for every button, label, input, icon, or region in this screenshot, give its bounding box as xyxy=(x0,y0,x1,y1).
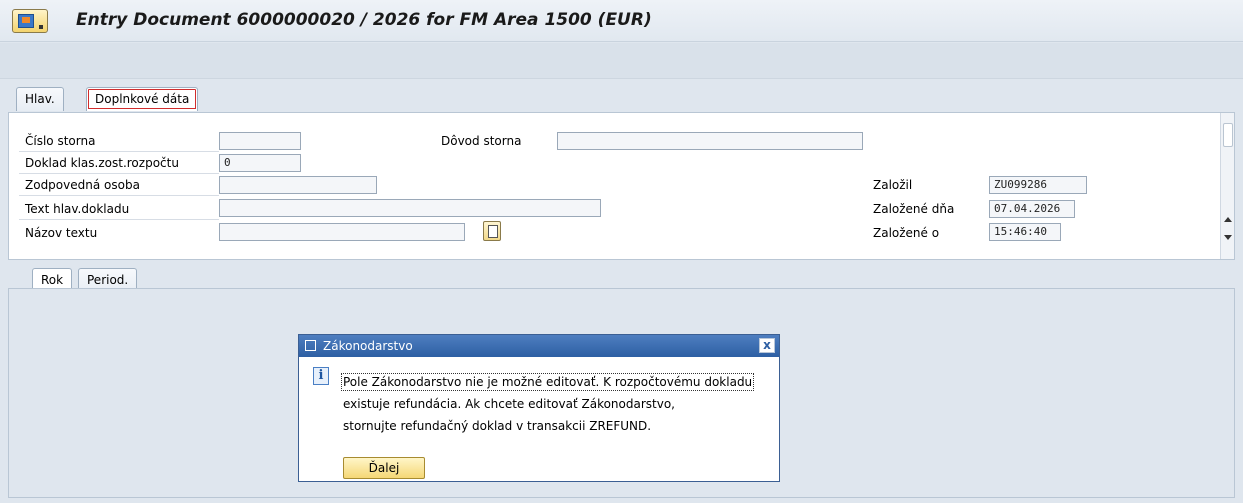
dialog-message-line: Pole Zákonodarstvo nie je možné editovať… xyxy=(340,373,755,391)
storno-reason-label: Dôvod storna xyxy=(441,134,522,148)
row-separator xyxy=(19,195,219,196)
legislation-dialog: Zákonodarstvo x i Pole Zákonodarstvo nie… xyxy=(298,334,780,482)
storno-number-label: Číslo storna xyxy=(25,134,96,148)
info-icon: i xyxy=(313,367,329,385)
window-title: Entry Document 6000000020 / 2026 for FM … xyxy=(76,10,652,30)
dialog-titlebar: Zákonodarstvo x xyxy=(299,335,779,357)
created-at-field[interactable]: 15:46:40 xyxy=(989,223,1061,241)
storno-reason-field[interactable] xyxy=(557,132,863,150)
vertical-scrollbar[interactable] xyxy=(1220,113,1234,259)
text-edit-icon[interactable] xyxy=(483,221,501,241)
header-text-field[interactable] xyxy=(219,199,601,217)
budget-doc-field[interactable]: 0 xyxy=(219,154,301,172)
continue-button[interactable]: Ďalej xyxy=(343,457,425,479)
row-separator xyxy=(19,219,219,220)
sap-menu-icon xyxy=(18,14,34,28)
created-by-field[interactable]: ZU099286 xyxy=(989,176,1087,194)
header-tabstrip: Hlav. Doplnkové dáta xyxy=(0,79,1243,113)
text-name-label: Názov textu xyxy=(25,226,98,240)
row-separator xyxy=(19,151,219,152)
dialog-message-line: stornujte refundačný doklad v transakcii… xyxy=(343,419,652,433)
dropdown-arrow-icon xyxy=(39,25,43,29)
additional-data-panel: Číslo storna Dôvod storna Doklad klas.zo… xyxy=(8,112,1235,260)
scrollbar-thumb[interactable] xyxy=(1223,123,1233,147)
storno-number-field[interactable] xyxy=(219,132,301,150)
text-name-field[interactable] xyxy=(219,223,465,241)
tab-hlav[interactable]: Hlav. xyxy=(16,87,64,111)
created-on-label: Založené dňa xyxy=(873,202,955,216)
item-tabstrip: Rok Period. xyxy=(0,264,1243,292)
application-toolbar xyxy=(0,43,1243,79)
close-icon[interactable]: x xyxy=(759,338,775,353)
title-bar: Entry Document 6000000020 / 2026 for FM … xyxy=(0,0,1243,42)
created-at-label: Založené o xyxy=(873,226,940,240)
row-separator xyxy=(19,173,219,174)
budget-doc-label: Doklad klas.zost.rozpočtu xyxy=(25,156,179,170)
scroll-up-icon[interactable] xyxy=(1224,217,1232,222)
dialog-title: Zákonodarstvo xyxy=(323,339,413,353)
dialog-message-line: existuje refundácia. Ak chcete editovať … xyxy=(343,397,675,411)
scroll-down-icon[interactable] xyxy=(1224,235,1232,240)
header-text-label: Text hlav.dokladu xyxy=(25,202,130,216)
created-on-field[interactable]: 07.04.2026 xyxy=(989,200,1075,218)
dialog-window-icon xyxy=(305,340,316,351)
created-by-label: Založil xyxy=(873,178,913,192)
responsible-label: Zodpovedná osoba xyxy=(25,178,140,192)
responsible-field[interactable] xyxy=(219,176,377,194)
tab-doplnkove-data[interactable]: Doplnkové dáta xyxy=(86,87,199,111)
system-menu-button[interactable] xyxy=(12,9,48,33)
